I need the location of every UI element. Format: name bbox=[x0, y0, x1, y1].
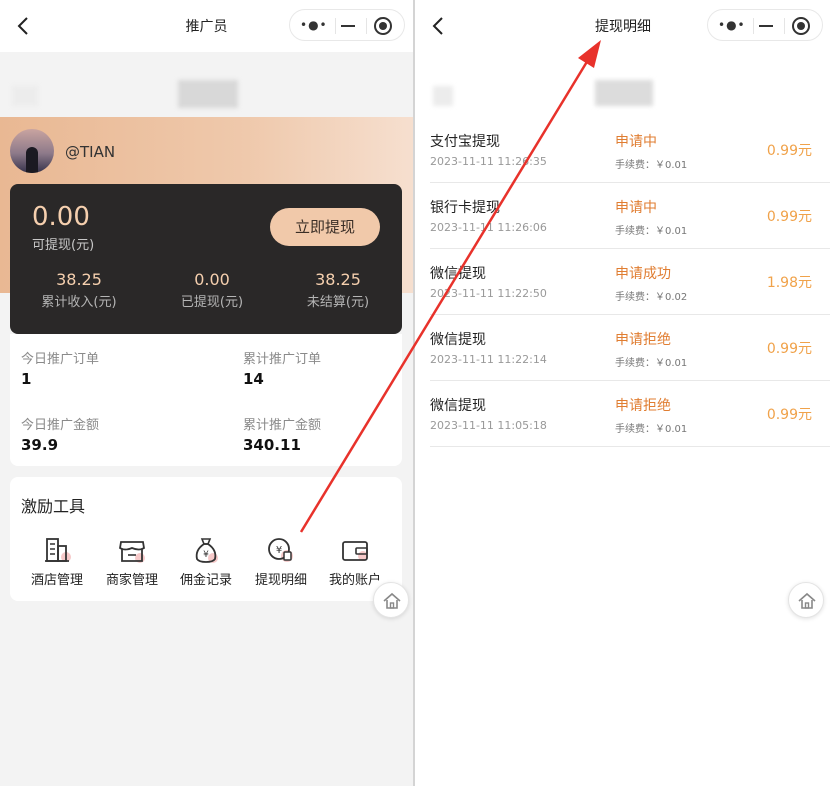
withdrawal-fee: 手续费：￥0.02 bbox=[615, 292, 688, 303]
nav-bar: 推广员 •●• bbox=[0, 0, 413, 52]
metric-label: 今日推广订单 bbox=[21, 352, 100, 367]
withdrawable-label: 可提现(元) bbox=[32, 238, 95, 253]
close-target-icon[interactable] bbox=[374, 17, 392, 35]
stat-label: 已提现(元) bbox=[180, 295, 244, 310]
withdrawal-fee: 手续费：￥0.01 bbox=[615, 160, 688, 171]
stat-value: 38.25 bbox=[56, 270, 102, 289]
withdrawal-time: 2023-11-11 11:26:06 bbox=[430, 221, 547, 234]
withdrawal-time: 2023-11-11 11:22:14 bbox=[430, 353, 547, 366]
withdrawal-list: 支付宝提现 2023-11-11 11:26:35 申请中 手续费：￥0.01 … bbox=[430, 117, 830, 447]
blurred-content bbox=[12, 86, 38, 106]
promoter-screen: 推广员 •●• @TIAN 0.00 可提现(元) 立即提现 38.25 累计收… bbox=[0, 0, 413, 786]
more-dots-icon[interactable]: •●• bbox=[300, 19, 328, 31]
more-dots-icon[interactable]: •●• bbox=[718, 19, 746, 31]
tool-merchant-management[interactable]: 商家管理 bbox=[95, 535, 169, 588]
stat-value: 38.25 bbox=[315, 270, 361, 289]
home-button[interactable] bbox=[373, 582, 409, 618]
withdrawable-amount: 0.00 bbox=[32, 202, 90, 232]
blurred-content bbox=[595, 80, 653, 106]
stat-label: 未结算(元) bbox=[306, 295, 370, 310]
withdrawal-type: 微信提现 bbox=[430, 332, 486, 348]
withdrawal-fee: 手续费：￥0.01 bbox=[615, 226, 688, 237]
close-target-icon[interactable] bbox=[792, 17, 810, 35]
withdrawal-amount: 1.98元 bbox=[766, 275, 812, 291]
home-icon bbox=[798, 592, 816, 609]
stat-total-income: 38.25 累计收入(元) bbox=[14, 270, 144, 310]
store-icon bbox=[117, 535, 147, 565]
withdrawal-time: 2023-11-11 11:22:50 bbox=[430, 287, 547, 300]
list-item[interactable]: 银行卡提现 2023-11-11 11:26:06 申请中 手续费：￥0.01 … bbox=[430, 183, 830, 249]
balance-card: 0.00 可提现(元) 立即提现 38.25 累计收入(元) 0.00 已提现(… bbox=[10, 184, 402, 334]
metric-value: 340.11 bbox=[243, 436, 301, 454]
incentive-tools-card: 激励工具 酒店管理 商家管理 ¥ 佣金记录 ¥ 提现明细 我的账户 bbox=[10, 477, 402, 601]
building-icon bbox=[42, 535, 72, 565]
yen-coin-icon: ¥ bbox=[266, 535, 296, 565]
withdrawal-type: 微信提现 bbox=[430, 266, 486, 282]
withdrawal-status: 申请中 bbox=[615, 200, 657, 216]
tool-label: 商家管理 bbox=[105, 573, 158, 588]
tool-hotel-management[interactable]: 酒店管理 bbox=[20, 535, 94, 588]
withdrawal-status: 申请拒绝 bbox=[615, 332, 671, 348]
metric-value: 1 bbox=[21, 370, 32, 388]
tool-my-account[interactable]: 我的账户 bbox=[318, 535, 392, 588]
list-item[interactable]: 微信提现 2023-11-11 11:05:18 申请拒绝 手续费：￥0.01 … bbox=[430, 381, 830, 447]
mini-program-capsule: •●• bbox=[707, 9, 823, 41]
stat-withdrawn: 0.00 已提现(元) bbox=[147, 270, 277, 310]
mini-program-capsule: •●• bbox=[289, 9, 405, 41]
metric-today-orders: 今日推广订单 1 bbox=[21, 348, 99, 388]
avatar[interactable] bbox=[10, 129, 54, 173]
withdrawal-status: 申请中 bbox=[615, 134, 657, 150]
stat-label: 累计收入(元) bbox=[41, 295, 117, 310]
list-item[interactable]: 微信提现 2023-11-11 11:22:14 申请拒绝 手续费：￥0.01 … bbox=[430, 315, 830, 381]
withdrawal-amount: 0.99元 bbox=[766, 143, 812, 159]
promotion-metrics-card: 今日推广订单 1 累计推广订单 14 今日推广金额 39.9 累计推广金额 34… bbox=[10, 334, 402, 466]
tool-label: 佣金记录 bbox=[179, 573, 232, 588]
withdrawal-type: 支付宝提现 bbox=[430, 134, 500, 150]
money-bag-icon: ¥ bbox=[191, 535, 221, 565]
withdrawal-amount: 0.99元 bbox=[766, 341, 812, 357]
metric-value: 14 bbox=[243, 370, 264, 388]
stat-value: 0.00 bbox=[194, 270, 230, 289]
withdrawal-time: 2023-11-11 11:05:18 bbox=[430, 419, 547, 432]
withdrawal-amount: 0.99元 bbox=[766, 209, 812, 225]
withdrawal-status: 申请成功 bbox=[615, 266, 671, 282]
tool-commission-records[interactable]: ¥ 佣金记录 bbox=[169, 535, 243, 588]
svg-text:¥: ¥ bbox=[276, 545, 282, 556]
withdrawal-amount: 0.99元 bbox=[766, 407, 812, 423]
wallet-icon bbox=[340, 535, 370, 565]
home-icon bbox=[383, 592, 401, 609]
nav-bar: 提现明细 •●• bbox=[415, 0, 831, 52]
tool-label: 提现明细 bbox=[254, 573, 307, 588]
blurred-content bbox=[178, 80, 238, 108]
withdrawal-fee: 手续费：￥0.01 bbox=[615, 358, 688, 369]
section-title: 激励工具 bbox=[21, 497, 86, 516]
withdrawal-type: 微信提现 bbox=[430, 398, 486, 414]
metric-label: 累计推广订单 bbox=[243, 352, 322, 367]
metric-label: 累计推广金额 bbox=[243, 418, 322, 433]
withdrawal-status: 申请拒绝 bbox=[615, 398, 671, 414]
blurred-content bbox=[433, 86, 453, 106]
metric-label: 今日推广金额 bbox=[21, 418, 100, 433]
tool-withdrawal-details[interactable]: ¥ 提现明细 bbox=[244, 535, 318, 588]
list-item[interactable]: 微信提现 2023-11-11 11:22:50 申请成功 手续费：￥0.02 … bbox=[430, 249, 830, 315]
metric-total-orders: 累计推广订单 14 bbox=[243, 348, 321, 388]
metric-today-amount: 今日推广金额 39.9 bbox=[21, 414, 99, 454]
metric-total-amount: 累计推广金额 340.11 bbox=[243, 414, 321, 454]
stat-unsettled: 38.25 未结算(元) bbox=[273, 270, 403, 310]
minimize-icon[interactable] bbox=[341, 25, 355, 27]
withdraw-now-button[interactable]: 立即提现 bbox=[270, 208, 380, 246]
svg-text:¥: ¥ bbox=[203, 550, 209, 560]
minimize-icon[interactable] bbox=[759, 25, 773, 27]
username: @TIAN bbox=[65, 143, 116, 161]
withdrawal-fee: 手续费：￥0.01 bbox=[615, 424, 688, 435]
withdrawal-type: 银行卡提现 bbox=[430, 200, 500, 216]
list-item[interactable]: 支付宝提现 2023-11-11 11:26:35 申请中 手续费：￥0.01 … bbox=[430, 117, 830, 183]
home-button[interactable] bbox=[788, 582, 824, 618]
withdrawal-details-screen: 提现明细 •●• 支付宝提现 2023-11-11 11:26:35 申请中 手… bbox=[415, 0, 831, 786]
withdrawal-time: 2023-11-11 11:26:35 bbox=[430, 155, 547, 168]
tool-label: 酒店管理 bbox=[30, 573, 83, 588]
metric-value: 39.9 bbox=[21, 436, 59, 454]
